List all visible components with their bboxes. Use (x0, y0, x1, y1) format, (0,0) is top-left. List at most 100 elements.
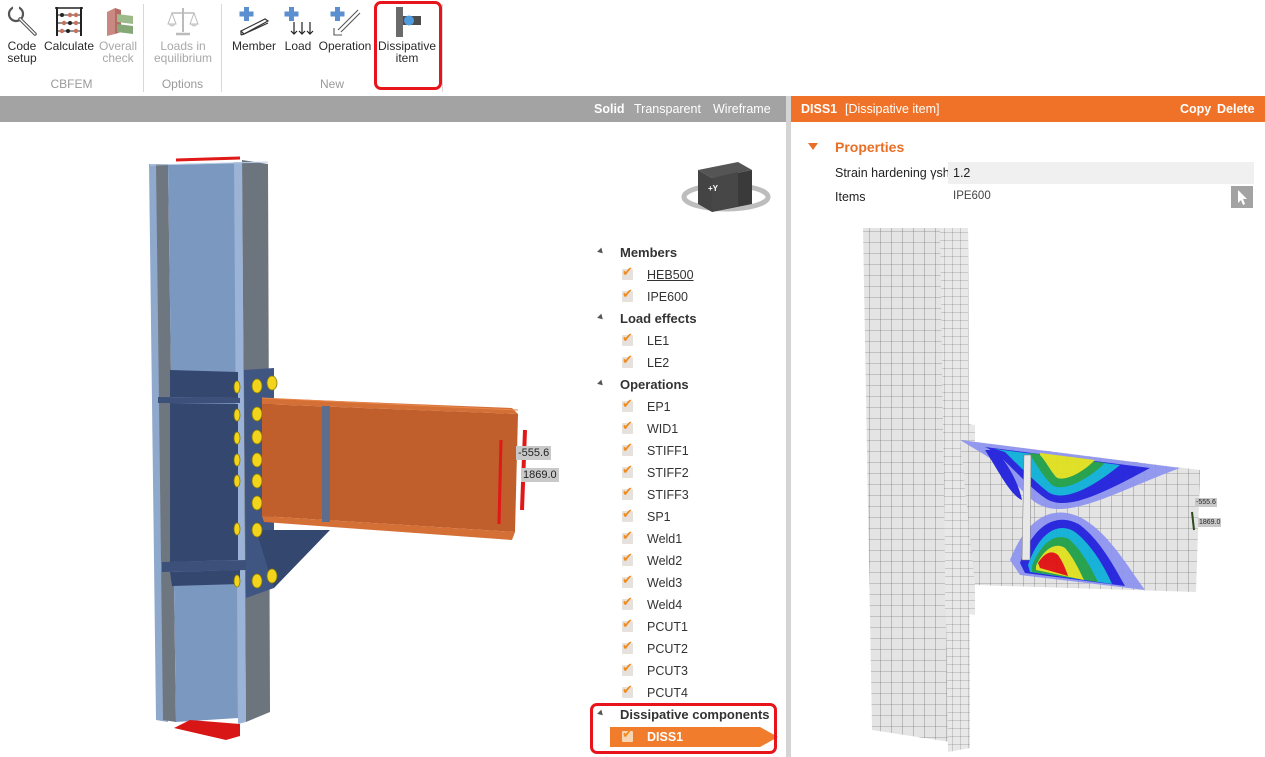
collapse-triangle-icon[interactable] (597, 313, 605, 322)
tree-item-label[interactable]: HEB500 (647, 268, 694, 282)
load-marker-bottom (174, 720, 240, 740)
detail-panel: Properties Strain hardening γsh Items IP… (791, 122, 1265, 757)
tree-item-ep1[interactable]: EP1 (590, 396, 786, 418)
item-type: [Dissipative item] (845, 102, 940, 116)
overall-check-icon (107, 8, 133, 36)
tree-group-members[interactable]: Members (590, 242, 786, 264)
tree-item-stiff1[interactable]: STIFF1 (590, 440, 786, 462)
tree-item-stiff2[interactable]: STIFF2 (590, 462, 786, 484)
item-name: DISS1 (801, 102, 838, 116)
loads-in-equilibrium-label: Loads in equilibrium (153, 39, 213, 65)
checkbox[interactable] (622, 616, 633, 632)
checkbox[interactable] (622, 528, 633, 544)
property-strain-hardening: Strain hardening γsh (835, 162, 1255, 184)
view-mode-solid[interactable]: Solid (594, 102, 625, 116)
checkbox[interactable] (622, 484, 633, 500)
tree-item-label: SP1 (647, 510, 671, 524)
code-setup-button[interactable]: Code setup (4, 4, 40, 64)
calculate-button[interactable]: Calculate (44, 4, 94, 52)
checkbox[interactable] (622, 550, 633, 566)
pick-items-button[interactable] (1231, 186, 1253, 208)
tree-item-label: Weld3 (647, 576, 683, 590)
tree-item-label: PCUT1 (647, 620, 688, 634)
tree-item-heb500[interactable]: HEB500 (590, 264, 786, 286)
checkbox[interactable] (622, 682, 633, 698)
value-label-2: 1869.0 (521, 468, 559, 482)
checkbox[interactable] (622, 264, 633, 280)
tree-item-pcut2[interactable]: PCUT2 (590, 638, 786, 660)
tree-item-weld1[interactable]: Weld1 (590, 528, 786, 550)
cursor-arrow-icon (1238, 190, 1247, 205)
group-label-options: Options (161, 77, 204, 91)
tree-item-wid1[interactable]: WID1 (590, 418, 786, 440)
fea-result-view[interactable] (791, 212, 1265, 757)
checkbox[interactable] (622, 286, 633, 302)
checkbox[interactable] (622, 462, 633, 478)
tree-item-weld3[interactable]: Weld3 (590, 572, 786, 594)
load-marker-top (175, 156, 241, 162)
property-items: Items IPE600 (835, 186, 1255, 208)
tree-item-label: PCUT2 (647, 642, 688, 656)
delete-button[interactable]: Delete (1217, 102, 1255, 116)
highlight-dissipative-components (590, 703, 777, 754)
tree-item-pcut3[interactable]: PCUT3 (590, 660, 786, 682)
new-member-button[interactable]: Member (230, 4, 278, 52)
overall-check-button[interactable]: Overall check (98, 4, 138, 64)
ribbon-separator (442, 4, 443, 92)
navigation-cube (681, 162, 771, 212)
column-stiffeners (158, 370, 246, 586)
tree-item-sp1[interactable]: SP1 (590, 506, 786, 528)
collapse-triangle-icon[interactable] (597, 379, 605, 388)
view-mode-wireframe[interactable]: Wireframe (713, 102, 771, 116)
checkbox[interactable] (622, 594, 633, 610)
tree-item-le2[interactable]: LE2 (590, 352, 786, 374)
tree-group-load-effects[interactable]: Load effects (590, 308, 786, 330)
balance-scale-icon (167, 8, 199, 36)
collapse-triangle-icon[interactable] (808, 143, 818, 150)
calculate-label: Calculate (44, 39, 95, 53)
checkbox[interactable] (622, 396, 633, 412)
checkbox[interactable] (622, 352, 633, 368)
property-label: Strain hardening γsh (835, 166, 950, 180)
view-mode-transparent[interactable]: Transparent (634, 102, 701, 116)
copy-button[interactable]: Copy (1180, 102, 1211, 116)
checkbox[interactable] (622, 572, 633, 588)
tree-item-pcut4[interactable]: PCUT4 (590, 682, 786, 704)
checkbox[interactable] (622, 660, 633, 676)
overall-check-label: Overall check (98, 39, 137, 65)
tree-item-ipe600[interactable]: IPE600 (590, 286, 786, 308)
wrench-icon (7, 5, 37, 36)
tree-group-operations[interactable]: Operations (590, 374, 786, 396)
checkbox[interactable] (622, 330, 633, 346)
tree-group-label: Members (620, 245, 678, 260)
nav-cube-label: +Y (708, 184, 719, 193)
properties-section-title[interactable]: Properties (835, 139, 904, 155)
tree-item-stiff3[interactable]: STIFF3 (590, 484, 786, 506)
tree-item-label: PCUT3 (647, 664, 688, 678)
tree-item-label: STIFF3 (647, 488, 689, 502)
new-operation-label: Operation (318, 39, 372, 53)
loads-in-equilibrium-button[interactable]: Loads in equilibrium (150, 4, 216, 64)
tree-group-label: Operations (620, 377, 689, 392)
value-label-1: -555.6 (516, 446, 552, 460)
tree-item-weld4[interactable]: Weld4 (590, 594, 786, 616)
tree-item-label: PCUT4 (647, 686, 688, 700)
tree-item-weld2[interactable]: Weld2 (590, 550, 786, 572)
tree-item-le1[interactable]: LE1 (590, 330, 786, 352)
strain-hardening-input[interactable] (948, 162, 1254, 184)
tree-item-label: Weld4 (647, 598, 683, 612)
tree-item-label: STIFF2 (647, 466, 689, 480)
fea-value-label-1: -555.6 (1195, 498, 1217, 507)
collapse-triangle-icon[interactable] (597, 247, 605, 256)
checkbox[interactable] (622, 440, 633, 456)
checkbox[interactable] (622, 506, 633, 522)
new-load-button[interactable]: Load (282, 4, 314, 52)
checkbox[interactable] (622, 638, 633, 654)
checkbox[interactable] (622, 418, 633, 434)
tree-item-label: IPE600 (647, 290, 689, 304)
beam-ipe600 (261, 397, 519, 540)
tree-item-pcut1[interactable]: PCUT1 (590, 616, 786, 638)
new-operation-button[interactable]: Operation (318, 4, 372, 52)
load-marker-beam-end (497, 439, 503, 525)
group-label-cbfem: CBFEM (50, 77, 93, 91)
